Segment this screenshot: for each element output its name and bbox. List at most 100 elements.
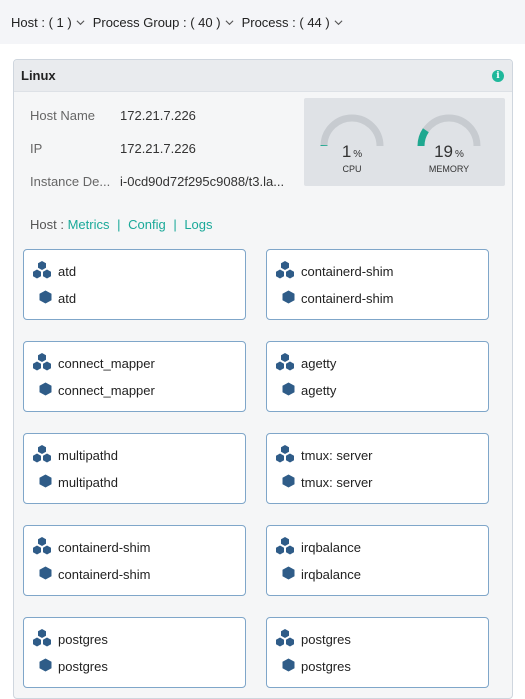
host-properties: Host Name 172.21.7.226 IP 172.21.7.226 I…: [30, 108, 284, 207]
process-card[interactable]: agetty agetty: [266, 341, 489, 412]
panel-title: Linux: [21, 68, 56, 83]
process-row: containerd-shim: [39, 566, 151, 583]
host-filter[interactable]: Host : ( 1 ): [11, 15, 85, 30]
property-value: 172.21.7.226: [120, 141, 196, 156]
process-group-row: atd: [32, 260, 76, 283]
process-name: postgres: [301, 659, 351, 674]
memory-gauge-value: 19%: [434, 142, 464, 161]
process-icon: [282, 566, 295, 583]
process-card[interactable]: atd atd: [23, 249, 246, 320]
memory-gauge-label: MEMORY: [428, 164, 470, 174]
process-name: containerd-shim: [301, 291, 394, 306]
cpu-gauge: 1% CPU: [312, 112, 392, 182]
property-key: IP: [30, 141, 43, 156]
metrics-link[interactable]: Metrics: [68, 217, 110, 232]
process-group-name: agetty: [301, 356, 337, 371]
process-group-icon: [32, 628, 52, 651]
process-icon: [39, 474, 52, 491]
chevron-down-icon: [225, 19, 234, 25]
process-group-row: tmux: server: [275, 444, 373, 467]
process-name: containerd-shim: [58, 567, 151, 582]
property-key: Host Name: [30, 108, 96, 123]
process-group-row: postgres: [275, 628, 351, 651]
process-card[interactable]: multipathd multipathd: [23, 433, 246, 504]
process-name: connect_mapper: [58, 383, 155, 398]
process-row: connect_mapper: [39, 382, 155, 399]
process-group-name: atd: [58, 264, 77, 279]
link-separator: |: [173, 217, 177, 232]
process-name: atd: [58, 291, 77, 306]
process-group-name: multipathd: [58, 448, 118, 463]
process-group-row: connect_mapper: [32, 352, 155, 375]
filter-bar: Host : ( 1 ) Process Group : ( 40 ) Proc…: [0, 0, 525, 44]
process-group-icon: [32, 444, 52, 467]
memory-gauge: 19% MEMORY: [409, 112, 489, 182]
process-group-filter-label: Process Group : ( 40 ): [92, 14, 221, 30]
process-icon: [39, 290, 52, 307]
utilization-gauges: 1% CPU 19% MEMORY: [304, 98, 505, 186]
process-name: tmux: server: [301, 475, 373, 490]
process-group-name: tmux: server: [301, 448, 373, 463]
cpu-gauge-label: CPU: [342, 164, 362, 174]
process-row: containerd-shim: [282, 290, 394, 307]
process-group-icon: [275, 352, 295, 375]
logs-link[interactable]: Logs: [184, 217, 212, 232]
process-group-icon: [275, 444, 295, 467]
process-card[interactable]: containerd-shim containerd-shim: [266, 249, 489, 320]
process-row: postgres: [39, 658, 108, 675]
chevron-down-icon: [76, 19, 85, 25]
process-filter[interactable]: Process : ( 44 ): [242, 15, 343, 30]
process-icon: [39, 566, 52, 583]
host-links-prefix: Host :: [30, 217, 68, 232]
process-group-row: irqbalance: [275, 536, 361, 559]
process-card[interactable]: connect_mapper connect_mapper: [23, 341, 246, 412]
process-group-name: containerd-shim: [301, 264, 394, 279]
property-row: Instance De... i-0cd90d72f295c9088/t3.la…: [30, 174, 284, 207]
property-value: 172.21.7.226: [120, 108, 196, 123]
property-row: Host Name 172.21.7.226: [30, 108, 284, 141]
process-group-row: multipathd: [32, 444, 118, 467]
panel-header: Linux i: [14, 60, 512, 92]
process-card[interactable]: postgres postgres: [23, 617, 246, 688]
process-icon: [282, 290, 295, 307]
process-name: agetty: [301, 383, 337, 398]
process-group-filter[interactable]: Process Group : ( 40 ): [93, 15, 234, 30]
process-icon: [282, 382, 295, 399]
property-key: Instance De...: [30, 174, 111, 189]
host-panel: Linux i Host Name 172.21.7.226 IP 172.21…: [13, 59, 513, 699]
process-row: agetty: [282, 382, 336, 399]
process-name: postgres: [58, 659, 108, 674]
process-group-icon: [32, 260, 52, 283]
process-group-row: agetty: [275, 352, 336, 375]
chevron-down-icon: [334, 19, 343, 25]
process-group-name: postgres: [58, 632, 108, 647]
process-group-name: postgres: [301, 632, 351, 647]
process-icon: [39, 382, 52, 399]
property-value: i-0cd90d72f295c9088/t3.la...: [120, 174, 285, 189]
process-group-icon: [275, 536, 295, 559]
process-row: postgres: [282, 658, 351, 675]
process-card[interactable]: tmux: server tmux: server: [266, 433, 489, 504]
process-group-icon: [275, 628, 295, 651]
process-icon: [39, 658, 52, 675]
info-icon[interactable]: i: [492, 69, 504, 82]
process-group-name: containerd-shim: [58, 540, 151, 555]
process-group-icon: [275, 260, 295, 283]
process-row: tmux: server: [282, 474, 373, 491]
process-card[interactable]: containerd-shim containerd-shim: [23, 525, 246, 596]
process-name: multipathd: [58, 475, 118, 490]
process-group-name: connect_mapper: [58, 356, 155, 371]
host-links: Host : Metrics | Config | Logs: [30, 217, 213, 232]
process-filter-label: Process : ( 44 ): [241, 14, 330, 30]
process-card[interactable]: postgres postgres: [266, 617, 489, 688]
process-row: multipathd: [39, 474, 118, 491]
config-link[interactable]: Config: [128, 217, 166, 232]
process-group-row: postgres: [32, 628, 108, 651]
cpu-gauge-value: 1%: [341, 142, 363, 161]
property-row: IP 172.21.7.226: [30, 141, 284, 174]
process-group-row: containerd-shim: [32, 536, 151, 559]
process-row: atd: [39, 290, 76, 307]
process-card[interactable]: irqbalance irqbalance: [266, 525, 489, 596]
process-icon: [282, 658, 295, 675]
process-group-icon: [32, 352, 52, 375]
